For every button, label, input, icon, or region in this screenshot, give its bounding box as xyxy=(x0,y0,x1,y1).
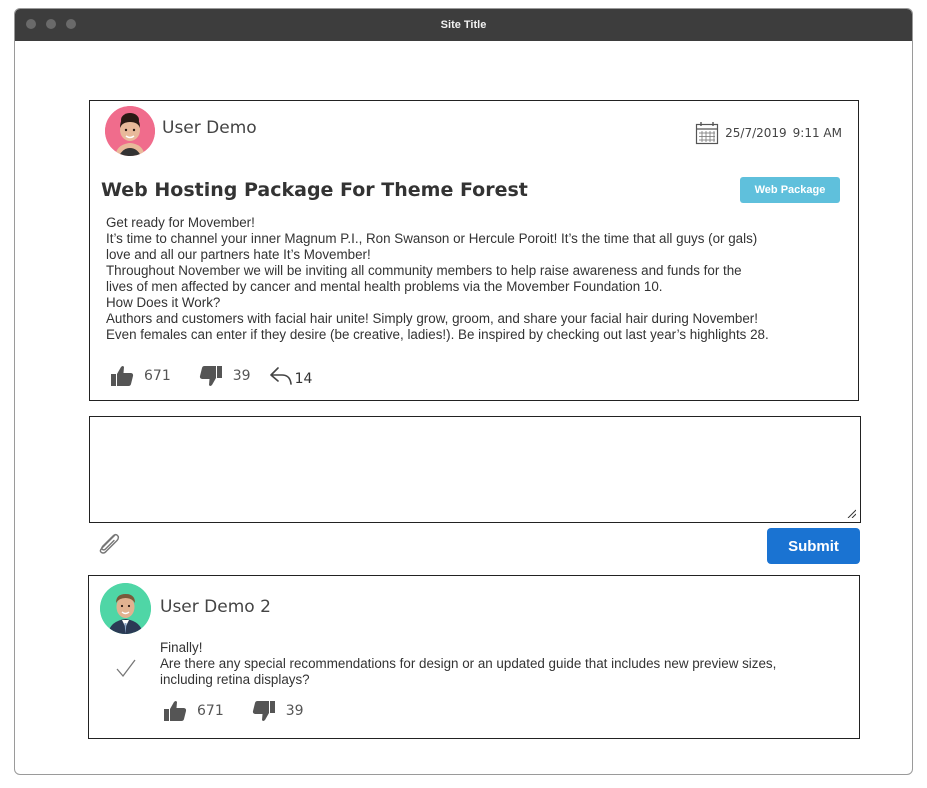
dislike-count: 39 xyxy=(285,703,304,719)
user-avatar-image xyxy=(105,106,155,156)
comment-author-name[interactable]: User Demo 2 xyxy=(160,597,271,617)
comment-card: User Demo 2 Finally! Are there any speci… xyxy=(88,575,860,739)
post-time-value: 9:11 AM xyxy=(792,126,842,140)
thumbs-down-icon xyxy=(199,366,222,386)
submit-button[interactable]: Submit xyxy=(767,528,860,564)
thumbs-up-icon xyxy=(164,701,187,721)
post-body-line: How Does it Work? xyxy=(106,295,221,310)
window-title: Site Title xyxy=(440,19,487,31)
reply-textarea[interactable] xyxy=(89,416,861,523)
post-body: Get ready for Movember! It’s time to cha… xyxy=(106,215,848,343)
calendar-icon xyxy=(696,122,719,145)
resize-handle-icon[interactable] xyxy=(846,508,856,518)
post-title: Web Hosting Package For Theme Forest xyxy=(101,179,528,201)
comment-body-line: including retina displays? xyxy=(160,672,310,687)
comment-body-line: Finally! xyxy=(160,640,203,655)
avatar[interactable] xyxy=(105,106,155,156)
like-count: 671 xyxy=(197,703,224,719)
user-avatar-image xyxy=(100,583,151,634)
post-body-line: Even females can enter if they desire (b… xyxy=(106,327,769,342)
post-body-line: love and all our partners hate It’s Move… xyxy=(106,247,371,262)
post-card: User Demo 25/7/2019 9:11 AM Web Hosting … xyxy=(89,100,859,401)
post-body-line: It’s time to channel your inner Magnum P… xyxy=(106,231,758,246)
dislike-count: 39 xyxy=(232,368,251,384)
title-bar: Site Title xyxy=(15,9,912,41)
thumbs-up-icon xyxy=(111,366,134,386)
post-date-value: 25/7/2019 xyxy=(725,126,787,140)
reply-icon xyxy=(269,367,292,385)
avatar[interactable] xyxy=(100,583,151,634)
post-actions: 671 39 14 xyxy=(110,365,312,387)
post-date: 25/7/2019 9:11 AM xyxy=(695,121,842,145)
comment-actions: 671 39 xyxy=(163,700,304,722)
category-tag[interactable]: Web Package xyxy=(740,177,840,203)
dislike-button[interactable]: 39 xyxy=(252,700,304,722)
comment-body: Finally! Are there any special recommend… xyxy=(160,640,860,688)
like-button[interactable]: 671 xyxy=(163,700,224,722)
post-body-line: lives of men affected by cancer and ment… xyxy=(106,279,663,294)
dislike-button[interactable]: 39 xyxy=(199,365,251,387)
paperclip-icon[interactable] xyxy=(95,531,121,555)
post-body-line: Authors and customers with facial hair u… xyxy=(106,311,758,326)
post-body-line: Get ready for Movember! xyxy=(106,215,255,230)
post-body-line: Throughout November we will be inviting … xyxy=(106,263,742,278)
thumbs-down-icon xyxy=(252,701,275,721)
reply-count: 14 xyxy=(294,371,313,387)
like-count: 671 xyxy=(144,368,171,384)
checkmark-icon[interactable] xyxy=(115,658,137,678)
post-author-name[interactable]: User Demo xyxy=(162,118,257,138)
app-window: Site Title User Demo 25/7/2019 9:11 AM W… xyxy=(14,8,913,775)
like-button[interactable]: 671 xyxy=(110,365,171,387)
comment-body-line: Are there any special recommendations fo… xyxy=(160,656,777,671)
reply-button[interactable]: 14 xyxy=(269,365,313,387)
